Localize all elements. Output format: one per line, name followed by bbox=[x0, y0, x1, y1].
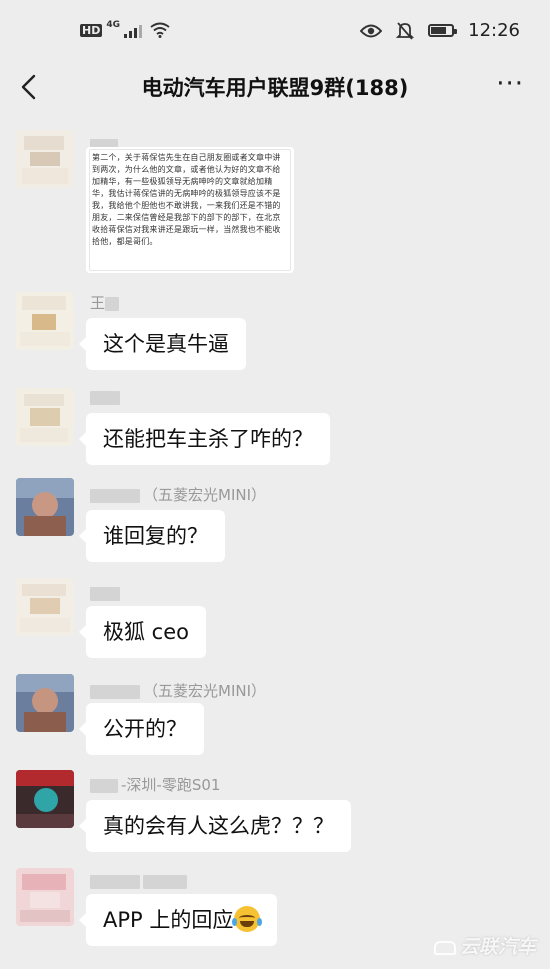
avatar[interactable] bbox=[16, 868, 74, 926]
more-icon[interactable]: ··· bbox=[496, 71, 524, 97]
eye-icon bbox=[360, 24, 383, 37]
car-logo-icon bbox=[433, 940, 456, 955]
avatar[interactable] bbox=[16, 292, 74, 350]
message-bubble[interactable]: 极狐 ceo bbox=[79, 606, 206, 658]
sender-name: -深圳-零跑S01 bbox=[90, 774, 220, 795]
chat-title: 电动汽车用户联盟9群(188) bbox=[141, 76, 409, 100]
avatar[interactable] bbox=[16, 388, 74, 446]
signal-icon bbox=[124, 22, 142, 38]
sender-name bbox=[90, 872, 190, 890]
avatar[interactable] bbox=[16, 578, 74, 636]
clock: 12:26 bbox=[468, 20, 520, 41]
message-text: APP 上的回应 bbox=[103, 908, 234, 932]
battery-icon bbox=[428, 24, 458, 37]
hd-badge: HD bbox=[80, 23, 103, 37]
avatar[interactable] bbox=[16, 674, 74, 732]
message-bubble[interactable]: 真的会有人这么虎？？？ bbox=[79, 800, 351, 852]
message-bubble[interactable]: 公开的？ bbox=[79, 703, 204, 755]
sender-name bbox=[90, 388, 123, 406]
avatar[interactable] bbox=[16, 478, 74, 536]
wifi-icon bbox=[150, 22, 170, 38]
message-bubble[interactable]: 这个是真牛逼 bbox=[79, 318, 246, 370]
message-bubble[interactable]: APP 上的回应 bbox=[78, 894, 278, 946]
document-text: 第二个，关于蒋保信先生在自己朋友圈或者文章中讲到两次，为什么他的文章，或者他认为… bbox=[92, 153, 281, 246]
bell-off-icon bbox=[396, 21, 415, 40]
image-message[interactable]: 第二个，关于蒋保信先生在自己朋友圈或者文章中讲到两次，为什么他的文章，或者他认为… bbox=[86, 147, 294, 273]
message-bubble[interactable]: 还能把车主杀了咋的？ bbox=[79, 413, 330, 465]
network-type: 4G bbox=[106, 20, 120, 30]
avatar[interactable] bbox=[16, 770, 74, 828]
message-bubble[interactable]: 谁回复的？ bbox=[79, 510, 225, 562]
status-left: HD 4G bbox=[80, 20, 170, 38]
status-right: 12:26 bbox=[360, 20, 520, 41]
sender-name bbox=[90, 584, 123, 602]
status-bar: HD 4G 12:26 bbox=[0, 0, 550, 62]
sender-name: 王 bbox=[90, 292, 122, 313]
avatar[interactable] bbox=[16, 130, 74, 188]
sender-name: （五菱宏光MINI） bbox=[90, 680, 266, 701]
chat-header: 电动汽车用户联盟9群(188) ··· bbox=[0, 62, 550, 112]
sender-name: （五菱宏光MINI） bbox=[90, 484, 266, 505]
watermark: 云联汽车 bbox=[433, 932, 536, 959]
laughing-tears-emoji-icon bbox=[232, 906, 263, 932]
